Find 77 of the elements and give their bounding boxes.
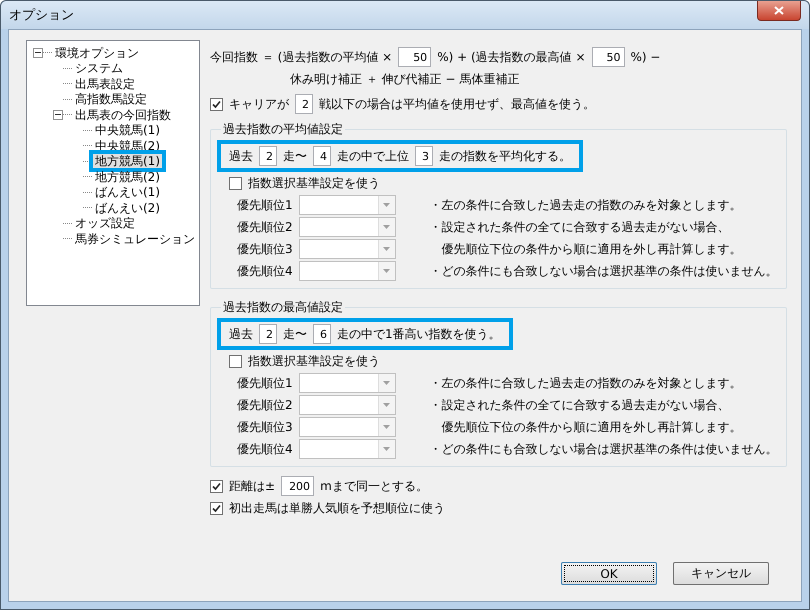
tree-item[interactable]: 環境オプション bbox=[53, 46, 141, 60]
label-text: mまで同一とする。 bbox=[320, 478, 428, 494]
label-text: キャリアが bbox=[229, 96, 289, 112]
dropdown-arrow-icon bbox=[383, 381, 390, 385]
note-text: ・左の条件に合致した過去走の指数のみを対象とします。 bbox=[430, 197, 743, 214]
label-text: %) + (過去指数の最高値 × bbox=[437, 48, 586, 66]
number-field[interactable]: 2 bbox=[295, 94, 313, 114]
label-text: 戦以下の場合は平均値を使用せず、最高値を使う。 bbox=[319, 96, 595, 112]
label-text: 今回指数 ＝ (過去指数の平均値 × bbox=[210, 48, 392, 66]
collapse-toggle[interactable] bbox=[53, 110, 63, 120]
label-text: 走〜 bbox=[283, 326, 307, 342]
checkbox-label: 指数選択基準設定を使う bbox=[248, 174, 380, 192]
checkbox[interactable] bbox=[229, 176, 242, 190]
number-field[interactable]: 2 bbox=[259, 146, 277, 166]
label-text: 初出走馬は単勝人気順を予想順位に使う bbox=[229, 500, 445, 516]
priority-label: 優先順位2 bbox=[237, 396, 293, 414]
formula-text: 休み明け補正 ＋ 伸び代補正 − 馬体重補正 bbox=[290, 70, 520, 88]
dropdown-arrow-icon bbox=[383, 203, 390, 207]
checkbox[interactable] bbox=[210, 480, 223, 492]
note-text: ・どの条件にも合致しない場合は選択基準の条件は使いません。 bbox=[430, 263, 778, 280]
tree-item[interactable]: 地方競馬(2) bbox=[93, 170, 162, 184]
priority-label: 優先順位2 bbox=[237, 218, 293, 236]
label-text: 走〜 bbox=[283, 148, 307, 164]
checkbox-label: 指数選択基準設定を使う bbox=[248, 352, 380, 370]
label-text: 過去 bbox=[229, 148, 253, 164]
label-text: 距離は± bbox=[229, 478, 276, 494]
cancel-button[interactable]: キャンセル bbox=[673, 562, 769, 585]
label-text: 過去 bbox=[229, 326, 253, 342]
label-text: 走の指数を平均化する。 bbox=[439, 148, 571, 164]
tree-item[interactable]: 中央競馬(1) bbox=[93, 123, 162, 138]
note-text: 優先順位下位の条件から順に適用を外し再計算します。 bbox=[440, 241, 743, 258]
tree-item[interactable]: オッズ設定 bbox=[73, 216, 137, 230]
note-text: ・どの条件にも合致しない場合は選択基準の条件は使いません。 bbox=[430, 441, 778, 458]
tree-item[interactable]: システム bbox=[73, 61, 125, 76]
priority-label: 優先順位1 bbox=[237, 196, 293, 214]
ok-button[interactable]: OK bbox=[561, 562, 657, 585]
tree-item[interactable]: ばんえい(1) bbox=[93, 185, 162, 200]
close-button[interactable] bbox=[757, 1, 801, 21]
dropdown-arrow-icon bbox=[383, 269, 390, 273]
number-field[interactable]: 200 bbox=[281, 476, 314, 496]
number-field[interactable]: 6 bbox=[313, 324, 331, 344]
note-text: ・設定された条件の全てに合致する過去走がない場合、 bbox=[430, 397, 731, 414]
tree-item[interactable]: ばんえい(2) bbox=[93, 200, 162, 215]
tree-item[interactable]: 馬券シミュレーション bbox=[73, 232, 197, 246]
number-field[interactable]: 50 bbox=[592, 47, 625, 67]
checkbox[interactable] bbox=[210, 502, 223, 514]
number-field[interactable]: 4 bbox=[313, 146, 331, 166]
dropdown-arrow-icon bbox=[383, 447, 390, 451]
number-field[interactable]: 50 bbox=[398, 47, 432, 67]
checkbox[interactable] bbox=[210, 98, 223, 110]
label-text: 走の中で1番高い指数を使う。 bbox=[337, 326, 501, 342]
number-field[interactable]: 2 bbox=[259, 324, 277, 344]
group-title: 過去指数の最高値設定 bbox=[222, 299, 344, 316]
tree-item[interactable]: 地方競馬(1) bbox=[93, 154, 162, 168]
dropdown-arrow-icon bbox=[383, 225, 390, 229]
dropdown-arrow-icon bbox=[383, 247, 390, 251]
note-text: ・左の条件に合致した過去走の指数のみを対象とします。 bbox=[430, 375, 743, 392]
dropdown-arrow-icon bbox=[383, 403, 390, 407]
priority-label: 優先順位3 bbox=[237, 240, 293, 258]
group-title: 過去指数の平均値設定 bbox=[222, 121, 344, 138]
note-text: 優先順位下位の条件から順に適用を外し再計算します。 bbox=[440, 419, 743, 436]
priority-label: 優先順位4 bbox=[237, 262, 293, 280]
tree-item[interactable]: 出馬表設定 bbox=[73, 76, 137, 91]
priority-label: 優先順位4 bbox=[237, 440, 293, 458]
priority-label: 優先順位3 bbox=[237, 418, 293, 436]
label-text: 走の中で上位 bbox=[337, 148, 409, 164]
checkbox[interactable] bbox=[229, 354, 242, 368]
dropdown-arrow-icon bbox=[383, 425, 390, 429]
tree-item[interactable]: 出馬表の今回指数 bbox=[73, 108, 173, 122]
collapse-toggle[interactable] bbox=[33, 48, 43, 58]
label-text: %) − bbox=[630, 50, 660, 64]
number-field[interactable]: 3 bbox=[415, 146, 433, 166]
tree-item[interactable]: 高指数馬設定 bbox=[73, 92, 149, 106]
close-icon bbox=[774, 6, 784, 15]
note-text: ・設定された条件の全てに合致する過去走がない場合、 bbox=[430, 219, 731, 236]
priority-label: 優先順位1 bbox=[237, 374, 293, 392]
window-title: オプション bbox=[9, 7, 74, 24]
